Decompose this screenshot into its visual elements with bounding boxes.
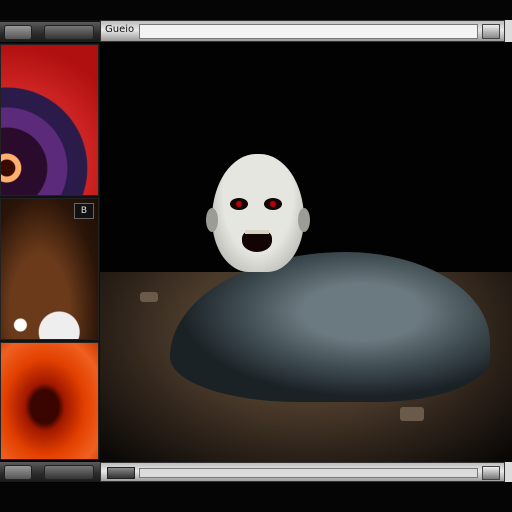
thumbnail-3[interactable]: [0, 342, 99, 460]
chevron-right-icon[interactable]: [482, 24, 500, 39]
thumbnail-toolbar-button[interactable]: [44, 465, 94, 480]
thumbnail-1[interactable]: [0, 44, 99, 196]
thumbnail-2[interactable]: B: [0, 198, 99, 340]
thumbnail-toolbar-button[interactable]: [44, 25, 94, 40]
thumbnail-toolbar-button[interactable]: [4, 465, 32, 480]
thumbnail-label: B: [74, 203, 94, 219]
figure-teeth: [245, 230, 269, 234]
figure-head: [206, 154, 310, 272]
app-window: B Gueio: [0, 0, 512, 512]
figure-mouth: [242, 230, 272, 252]
address-field[interactable]: [139, 24, 478, 39]
bottom-track[interactable]: [139, 468, 478, 478]
chevron-right-icon[interactable]: [482, 466, 500, 480]
figure-pupil: [270, 201, 276, 207]
figure-ear: [206, 208, 218, 232]
address-bar: Gueio: [100, 20, 505, 42]
bottom-bar: [100, 462, 505, 482]
thumbnail-toolbar-top: [0, 22, 100, 43]
figure-eye: [264, 198, 282, 210]
rubble-piece: [400, 407, 424, 421]
figure-ear: [298, 208, 310, 232]
address-label: Gueio: [105, 24, 135, 35]
figure-pupil: [236, 201, 242, 207]
rubble-piece: [140, 292, 158, 302]
window-corner-control[interactable]: [505, 462, 512, 482]
thumbnail-toolbar-bottom: [0, 462, 100, 483]
bottom-slider-thumb[interactable]: [107, 467, 135, 479]
thumbnail-toolbar-button[interactable]: [4, 25, 32, 40]
window-corner-control[interactable]: [505, 20, 512, 42]
main-image-view: [100, 42, 512, 462]
figure-eye: [230, 198, 248, 210]
